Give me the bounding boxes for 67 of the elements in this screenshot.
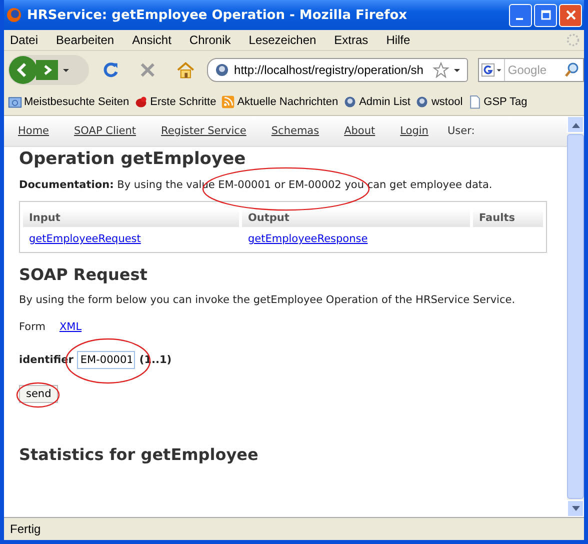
back-button[interactable] bbox=[8, 55, 38, 85]
close-icon bbox=[566, 10, 576, 20]
bookmark-item[interactable]: Meistbesuchte Seiten bbox=[8, 95, 130, 109]
bookmark-item[interactable]: Aktuelle Nachrichten bbox=[221, 95, 338, 109]
view-tab[interactable]: XML bbox=[59, 321, 82, 333]
status-text: Fertig bbox=[10, 522, 41, 536]
section-heading: Statistics for getEmployee bbox=[19, 445, 260, 464]
page-icon bbox=[468, 95, 482, 109]
dropdown-arrow-icon bbox=[496, 67, 502, 73]
bookmark-item[interactable]: Admin List bbox=[343, 95, 410, 109]
menu-item[interactable]: Extras bbox=[334, 33, 368, 47]
menu-item[interactable]: Chronik bbox=[189, 33, 231, 47]
minimize-icon bbox=[516, 18, 523, 20]
bookmark-item[interactable]: wstool bbox=[415, 95, 463, 109]
window-title: HRService: getEmployee Operation - Mozilla Firefox bbox=[27, 8, 408, 22]
search-engine-icon bbox=[480, 63, 495, 77]
search-engine-button[interactable] bbox=[478, 59, 505, 81]
page-heading: Operation getEmployee bbox=[19, 149, 247, 169]
nav-link[interactable]: Register Service bbox=[155, 125, 252, 137]
vertical-scrollbar[interactable] bbox=[567, 116, 584, 517]
menu-item[interactable]: Hilfe bbox=[386, 33, 410, 47]
column-header: Input bbox=[23, 209, 239, 227]
feed-icon bbox=[221, 95, 236, 109]
column-header: Faults bbox=[473, 209, 543, 227]
folder-icon bbox=[8, 95, 22, 109]
description-text: By using the form below you can invoke the getEmployee Operation of the HRService Service. bbox=[19, 294, 516, 307]
nav-link[interactable]: Login bbox=[394, 125, 434, 137]
creature-icon bbox=[134, 95, 148, 109]
globe-icon bbox=[343, 95, 358, 109]
menu-item[interactable]: Datei bbox=[10, 33, 38, 47]
view-tab[interactable]: Form bbox=[19, 321, 46, 333]
search-icon[interactable] bbox=[564, 62, 580, 78]
search-field[interactable]: Google bbox=[478, 58, 584, 82]
identifier-field[interactable]: EM-00001 bbox=[77, 351, 136, 369]
nav-link[interactable]: About bbox=[338, 125, 382, 137]
nav-link[interactable]: Home bbox=[12, 125, 56, 137]
globe-icon bbox=[214, 62, 230, 78]
nav-link[interactable]: SOAP Client bbox=[68, 125, 142, 137]
scroll-up-icon[interactable] bbox=[572, 122, 580, 128]
star-icon[interactable] bbox=[432, 62, 449, 78]
section-heading: SOAP Request bbox=[19, 265, 148, 284]
user-label: User: bbox=[447, 125, 475, 137]
menu-item[interactable]: Lesezeichen bbox=[248, 33, 316, 47]
browser-logo-icon bbox=[6, 7, 22, 23]
column-header: Output bbox=[242, 209, 470, 227]
dropdown-arrow-icon[interactable] bbox=[62, 66, 70, 74]
nav-link[interactable]: Schemas bbox=[265, 125, 326, 137]
throbber-icon bbox=[566, 33, 580, 47]
dropdown-arrow-icon[interactable] bbox=[452, 66, 461, 74]
message-link[interactable]: getEmployeeResponse bbox=[248, 233, 368, 245]
address-bar[interactable]: http://localhost/registry/operation/sh bbox=[207, 58, 468, 82]
globe-icon bbox=[415, 95, 430, 109]
home-icon[interactable] bbox=[176, 60, 196, 80]
url-text: http://localhost/registry/operation/sh bbox=[234, 63, 424, 77]
bookmark-item[interactable]: GSP Tag bbox=[468, 95, 528, 109]
menu-item[interactable]: Bearbeiten bbox=[56, 33, 114, 47]
minimize-button[interactable] bbox=[509, 4, 532, 26]
bookmark-item[interactable]: Erste Schritte bbox=[134, 95, 216, 109]
menu-item[interactable]: Ansicht bbox=[132, 33, 172, 47]
forward-button[interactable] bbox=[36, 60, 58, 80]
send-button[interactable]: send bbox=[19, 385, 58, 403]
maximize-button[interactable] bbox=[534, 4, 557, 26]
reload-icon[interactable] bbox=[101, 60, 120, 80]
scroll-down-icon[interactable] bbox=[572, 506, 580, 512]
message-link[interactable]: getEmployeeRequest bbox=[29, 233, 141, 245]
maximize-icon bbox=[540, 10, 550, 20]
close-button[interactable] bbox=[559, 4, 582, 26]
